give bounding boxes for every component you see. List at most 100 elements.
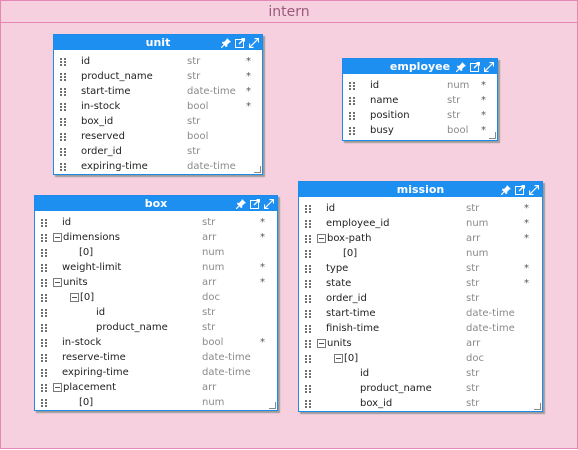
field-row[interactable]: box_id str	[299, 396, 542, 411]
field-row[interactable]: [0] num	[299, 246, 542, 261]
field-row[interactable]: start-time date-time *	[54, 84, 262, 99]
drag-handle-icon[interactable]	[41, 369, 47, 377]
entity-header[interactable]: box	[35, 196, 277, 211]
field-row[interactable]: id str *	[299, 201, 542, 216]
field-row[interactable]: weight-limit num *	[35, 260, 277, 275]
drag-handle-icon[interactable]	[41, 399, 47, 407]
collapse-toggle-icon[interactable]	[317, 234, 326, 243]
pin-icon[interactable]	[236, 198, 246, 209]
field-row[interactable]: units arr *	[35, 275, 277, 290]
resize-handle[interactable]	[534, 403, 541, 410]
drag-handle-icon[interactable]	[305, 385, 311, 393]
field-row[interactable]: [0] num	[35, 245, 277, 260]
field-row[interactable]: placement arr	[35, 380, 277, 395]
drag-handle-icon[interactable]	[41, 339, 47, 347]
pin-icon[interactable]	[221, 37, 231, 48]
edit-icon[interactable]	[470, 61, 480, 72]
drag-handle-icon[interactable]	[41, 234, 47, 242]
drag-handle-icon[interactable]	[305, 295, 311, 303]
field-row[interactable]: expiring-time date-time	[35, 365, 277, 380]
field-row[interactable]: [0] doc	[299, 351, 542, 366]
drag-handle-icon[interactable]	[305, 325, 311, 333]
drag-handle-icon[interactable]	[60, 88, 66, 96]
entity-header[interactable]: employee	[343, 59, 497, 74]
field-row[interactable]: [0] num	[35, 395, 277, 410]
field-row[interactable]: type str *	[299, 261, 542, 276]
entity-employee[interactable]: employee id num * name str * position str * busy bo…	[342, 58, 498, 141]
drag-handle-icon[interactable]	[41, 384, 47, 392]
drag-handle-icon[interactable]	[41, 309, 47, 317]
drag-handle-icon[interactable]	[41, 219, 47, 227]
resize-handle[interactable]	[269, 402, 276, 409]
collapse-toggle-icon[interactable]	[334, 354, 343, 363]
pin-icon[interactable]	[501, 184, 511, 195]
field-row[interactable]: busy bool *	[343, 123, 497, 138]
collapse-toggle-icon[interactable]	[53, 383, 62, 392]
edit-icon[interactable]	[250, 198, 260, 209]
field-row[interactable]: order_id str	[299, 291, 542, 306]
field-row[interactable]: id str *	[54, 54, 262, 69]
entity-box[interactable]: box id str * dimensions arr * [0] num weight-limi…	[34, 195, 278, 411]
drag-handle-icon[interactable]	[305, 310, 311, 318]
drag-handle-icon[interactable]	[60, 73, 66, 81]
field-row[interactable]: in-stock bool *	[35, 335, 277, 350]
drag-handle-icon[interactable]	[349, 112, 355, 120]
drag-handle-icon[interactable]	[41, 354, 47, 362]
entity-header[interactable]: mission	[299, 182, 542, 197]
field-row[interactable]: finish-time date-time	[299, 321, 542, 336]
field-row[interactable]: product_name str *	[54, 69, 262, 84]
drag-handle-icon[interactable]	[305, 235, 311, 243]
field-row[interactable]: reserved bool	[54, 129, 262, 144]
field-row[interactable]: employee_id num *	[299, 216, 542, 231]
drag-handle-icon[interactable]	[305, 205, 311, 213]
field-row[interactable]: order_id str	[54, 144, 262, 159]
drag-handle-icon[interactable]	[41, 294, 47, 302]
field-row[interactable]: expiring-time date-time	[54, 159, 262, 174]
collapse-toggle-icon[interactable]	[53, 278, 62, 287]
field-row[interactable]: box_id str	[54, 114, 262, 129]
drag-handle-icon[interactable]	[305, 340, 311, 348]
drag-handle-icon[interactable]	[349, 97, 355, 105]
drag-handle-icon[interactable]	[305, 250, 311, 258]
field-row[interactable]: start-time date-time	[299, 306, 542, 321]
drag-handle-icon[interactable]	[349, 127, 355, 135]
drag-handle-icon[interactable]	[60, 148, 66, 156]
field-row[interactable]: state str *	[299, 276, 542, 291]
field-row[interactable]: id str	[299, 366, 542, 381]
drag-handle-icon[interactable]	[41, 279, 47, 287]
field-row[interactable]: in-stock bool *	[54, 99, 262, 114]
field-row[interactable]: product_name str	[299, 381, 542, 396]
drag-handle-icon[interactable]	[41, 324, 47, 332]
expand-icon[interactable]	[264, 198, 274, 209]
entity-header[interactable]: unit	[54, 35, 262, 50]
drag-handle-icon[interactable]	[305, 370, 311, 378]
drag-handle-icon[interactable]	[305, 355, 311, 363]
field-row[interactable]: id str *	[35, 215, 277, 230]
drag-handle-icon[interactable]	[60, 103, 66, 111]
entity-mission[interactable]: mission id str * employee_id num * box-path arr *…	[298, 181, 543, 412]
resize-handle[interactable]	[489, 132, 496, 139]
field-row[interactable]: product_name str	[35, 320, 277, 335]
entity-unit[interactable]: unit id str * product_name str * start-time date…	[53, 34, 263, 175]
field-row[interactable]: name str *	[343, 93, 497, 108]
drag-handle-icon[interactable]	[305, 400, 311, 408]
field-row[interactable]: box-path arr *	[299, 231, 542, 246]
field-row[interactable]: id str	[35, 305, 277, 320]
edit-icon[interactable]	[515, 184, 525, 195]
drag-handle-icon[interactable]	[60, 133, 66, 141]
drag-handle-icon[interactable]	[305, 265, 311, 273]
drag-handle-icon[interactable]	[41, 264, 47, 272]
collapse-toggle-icon[interactable]	[317, 339, 326, 348]
drag-handle-icon[interactable]	[60, 118, 66, 126]
drag-handle-icon[interactable]	[41, 249, 47, 257]
edit-icon[interactable]	[235, 37, 245, 48]
field-row[interactable]: reserve-time date-time	[35, 350, 277, 365]
collapse-toggle-icon[interactable]	[53, 233, 62, 242]
expand-icon[interactable]	[484, 61, 494, 72]
field-row[interactable]: units arr	[299, 336, 542, 351]
field-row[interactable]: position str *	[343, 108, 497, 123]
collapse-toggle-icon[interactable]	[70, 293, 79, 302]
expand-icon[interactable]	[249, 37, 259, 48]
drag-handle-icon[interactable]	[349, 82, 355, 90]
drag-handle-icon[interactable]	[60, 58, 66, 66]
